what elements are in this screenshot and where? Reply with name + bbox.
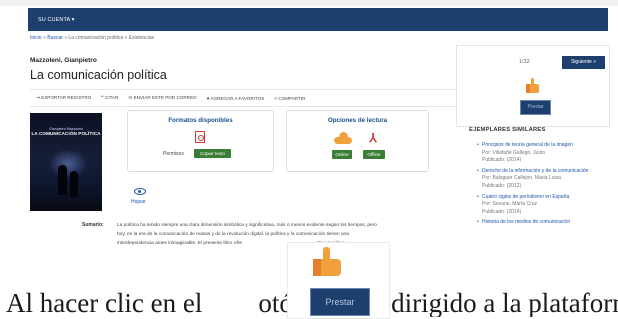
list-item: Derecho de la información y de la comuni…	[477, 168, 607, 191]
similar-item-author: Por: Sevane, María Cruz	[482, 201, 538, 208]
record-toolbar: ⇥ EXPORTAR REGISTRO ❞ CITAR ✉ ENVIAR EST…	[30, 89, 456, 107]
formats-panel: Formatos disponibles Permisos Copiar tex…	[127, 110, 274, 172]
cover-title: LA COMUNICACIÓN POLÍTICA	[31, 131, 101, 136]
similar-item-date: Publicado: (2014)	[482, 208, 522, 215]
similar-item-date: Publicado: (2012)	[482, 182, 522, 189]
record-author[interactable]: Mazzoleni, Gianpietro	[30, 57, 97, 64]
list-item: Cuatro siglos de periodismo en España Po…	[477, 194, 607, 217]
share-button[interactable]: < COMPARTIR	[274, 96, 305, 101]
summary-label: Sumario:	[82, 222, 104, 228]
summary-line: La política ha tenido siempre una clara …	[117, 223, 377, 228]
copy-text-button[interactable]: Copiar texto	[194, 149, 231, 158]
online-button[interactable]: Online	[332, 150, 352, 159]
next-button[interactable]: Siguiente »	[562, 56, 605, 69]
thumbs-up-icon	[313, 247, 342, 277]
pdf-file-icon[interactable]	[195, 131, 205, 143]
permissions-label: Permisos	[163, 151, 184, 157]
breadcrumb-last: Existencias	[128, 35, 154, 41]
similar-item-title[interactable]: Cuatro siglos de periodismo en España	[477, 194, 607, 202]
cover-figure	[70, 171, 78, 197]
summary-line: hoy, en la era de la comunicación de mas…	[117, 232, 349, 237]
breadcrumb-home[interactable]: Inicio	[30, 35, 42, 41]
email-button[interactable]: ✉ ENVIAR ESTE POR CORREO	[128, 95, 196, 101]
similar-item-author: Por: Villafañe Gallego, Justo	[482, 149, 546, 156]
eye-icon[interactable]	[134, 188, 146, 195]
breadcrumb: Inicio » Buscar » La comunicación políti…	[30, 35, 154, 41]
similar-item-title[interactable]: Historia de los medios de comunicación	[477, 219, 607, 227]
breadcrumb-current: La comunicación política	[68, 35, 124, 41]
cite-button[interactable]: ❞ CITAR	[101, 95, 118, 101]
top-navbar: SU CUENTA ▾	[28, 8, 608, 31]
cover-glow	[48, 149, 88, 179]
account-menu[interactable]: SU CUENTA ▾	[38, 17, 74, 23]
similar-item-title[interactable]: Derecho de la información y de la comuni…	[477, 168, 607, 176]
cloud-icon[interactable]	[334, 132, 352, 144]
browse-link[interactable]: Hojear	[131, 199, 146, 205]
list-item: Principios de teoría general de la image…	[477, 142, 607, 165]
cover-figure	[58, 165, 67, 195]
top-strip	[0, 0, 618, 6]
thumbs-up-icon	[526, 78, 539, 93]
adobe-pdf-icon[interactable]: ⅄	[367, 131, 379, 145]
borrow-button[interactable]: Prestar	[520, 100, 551, 115]
similar-item-date: Publicado: (2014)	[482, 157, 522, 164]
reading-heading: Opciones de lectura	[327, 117, 388, 124]
similar-item-author: Por: Balaguer Callejón, María Luisa	[482, 175, 561, 182]
export-record-button[interactable]: ⇥ EXPORTAR REGISTRO	[36, 95, 91, 101]
breadcrumb-search[interactable]: Buscar	[47, 35, 63, 41]
formats-heading: Formatos disponibles	[168, 117, 233, 124]
reading-options-panel: Opciones de lectura ⅄ Online Offline	[286, 110, 429, 172]
list-item: Historia de los medios de comunicación	[477, 219, 607, 227]
result-position: 1/32	[519, 59, 530, 65]
add-favorites-button[interactable]: ♥ AGREGAR A FAVORITOS	[207, 96, 265, 101]
similar-items-list: Principios de teoría general de la image…	[477, 142, 607, 230]
similar-item-title[interactable]: Principios de teoría general de la image…	[477, 142, 607, 150]
record-title: La comunicación política	[30, 68, 167, 82]
borrow-button-enlarged[interactable]: Prestar	[310, 288, 370, 316]
similar-items-heading: EJEMPLARES SIMILARES	[469, 127, 546, 133]
offline-button[interactable]: Offline	[363, 150, 385, 159]
book-cover[interactable]: Gianpietro Mazzoleni LA COMUNICACIÓN POL…	[30, 113, 102, 211]
